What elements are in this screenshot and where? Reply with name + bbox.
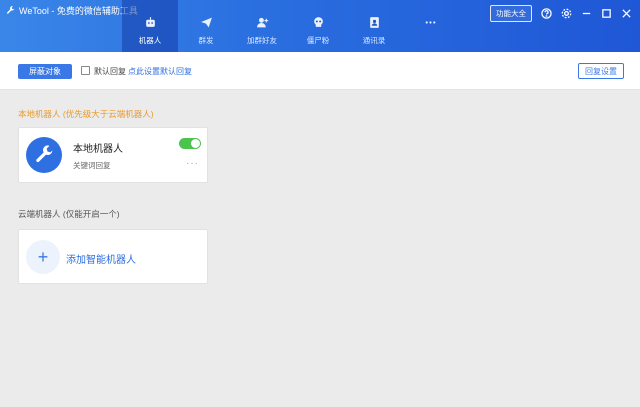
more-options-icon[interactable]: ··· <box>186 158 199 169</box>
tab-robot[interactable]: 机器人 <box>122 0 178 52</box>
wrench-logo-icon <box>7 6 15 14</box>
maximize-icon[interactable] <box>600 8 612 20</box>
send-icon <box>200 17 212 28</box>
local-robot-card[interactable]: 本地机器人 关键词回复 ··· <box>18 127 208 183</box>
main-nav: 机器人 群发 加群好友 僵尸粉 通讯录 <box>122 0 458 52</box>
toolbar: 屏蔽对象 默认回复 点此设置默认回复 回复设置 <box>0 52 640 90</box>
tab-add-friends-label: 加群好友 <box>247 36 277 45</box>
window-controls: 功能大全 <box>490 5 632 22</box>
set-default-reply-link[interactable]: 点此设置默认回复 <box>128 66 192 77</box>
local-robot-name: 本地机器人 <box>73 144 123 155</box>
tab-add-friends[interactable]: 加群好友 <box>234 0 290 52</box>
robot-icon <box>145 17 155 27</box>
contacts-icon <box>369 17 379 28</box>
robot-avatar <box>26 137 62 173</box>
tab-zombie-fans-label: 僵尸粉 <box>306 36 330 45</box>
tab-zombie-fans[interactable]: 僵尸粉 <box>290 0 346 52</box>
title-bar: WeTool - 免费的微信辅助工具 机器人 群发 加群好友 僵尸粉 通讯录 功… <box>0 0 640 52</box>
reply-settings-button[interactable]: 回复设置 <box>578 63 624 79</box>
tab-mass-send[interactable]: 群发 <box>178 0 234 52</box>
local-robot-toggle[interactable] <box>179 138 201 149</box>
app-title: WeTool - 免费的微信辅助工具 <box>19 6 138 16</box>
zombie-icon <box>313 17 323 27</box>
add-friend-icon <box>256 17 268 28</box>
wrench-icon <box>36 145 53 163</box>
help-icon[interactable] <box>540 8 552 20</box>
local-robot-type: 关键词回复 <box>73 161 111 170</box>
add-robot-label: 添加智能机器人 <box>66 255 136 266</box>
minimize-icon[interactable] <box>580 8 592 20</box>
local-robots-title: 本地机器人 (优先级大于云端机器人) <box>18 109 154 119</box>
add-robot-card[interactable]: + 添加智能机器人 <box>18 229 208 284</box>
app-brand: WeTool - 免费的微信辅助工具 <box>6 4 138 17</box>
tab-contacts[interactable]: 通讯录 <box>346 0 402 52</box>
plus-icon: + <box>26 240 60 274</box>
tab-robot-label: 机器人 <box>138 36 162 45</box>
features-button[interactable]: 功能大全 <box>490 5 532 22</box>
shield-targets-button[interactable]: 屏蔽对象 <box>18 64 72 79</box>
default-reply-checkbox[interactable] <box>81 66 90 75</box>
cloud-robots-title: 云端机器人 (仅能开启一个) <box>18 209 120 219</box>
default-reply-label: 默认回复 <box>94 67 126 76</box>
more-icon <box>425 21 435 24</box>
close-icon[interactable] <box>620 8 632 20</box>
tab-mass-send-label: 群发 <box>198 36 214 45</box>
settings-gear-icon[interactable] <box>560 8 572 20</box>
tab-more[interactable] <box>402 0 458 52</box>
tab-contacts-label: 通讯录 <box>362 36 386 45</box>
